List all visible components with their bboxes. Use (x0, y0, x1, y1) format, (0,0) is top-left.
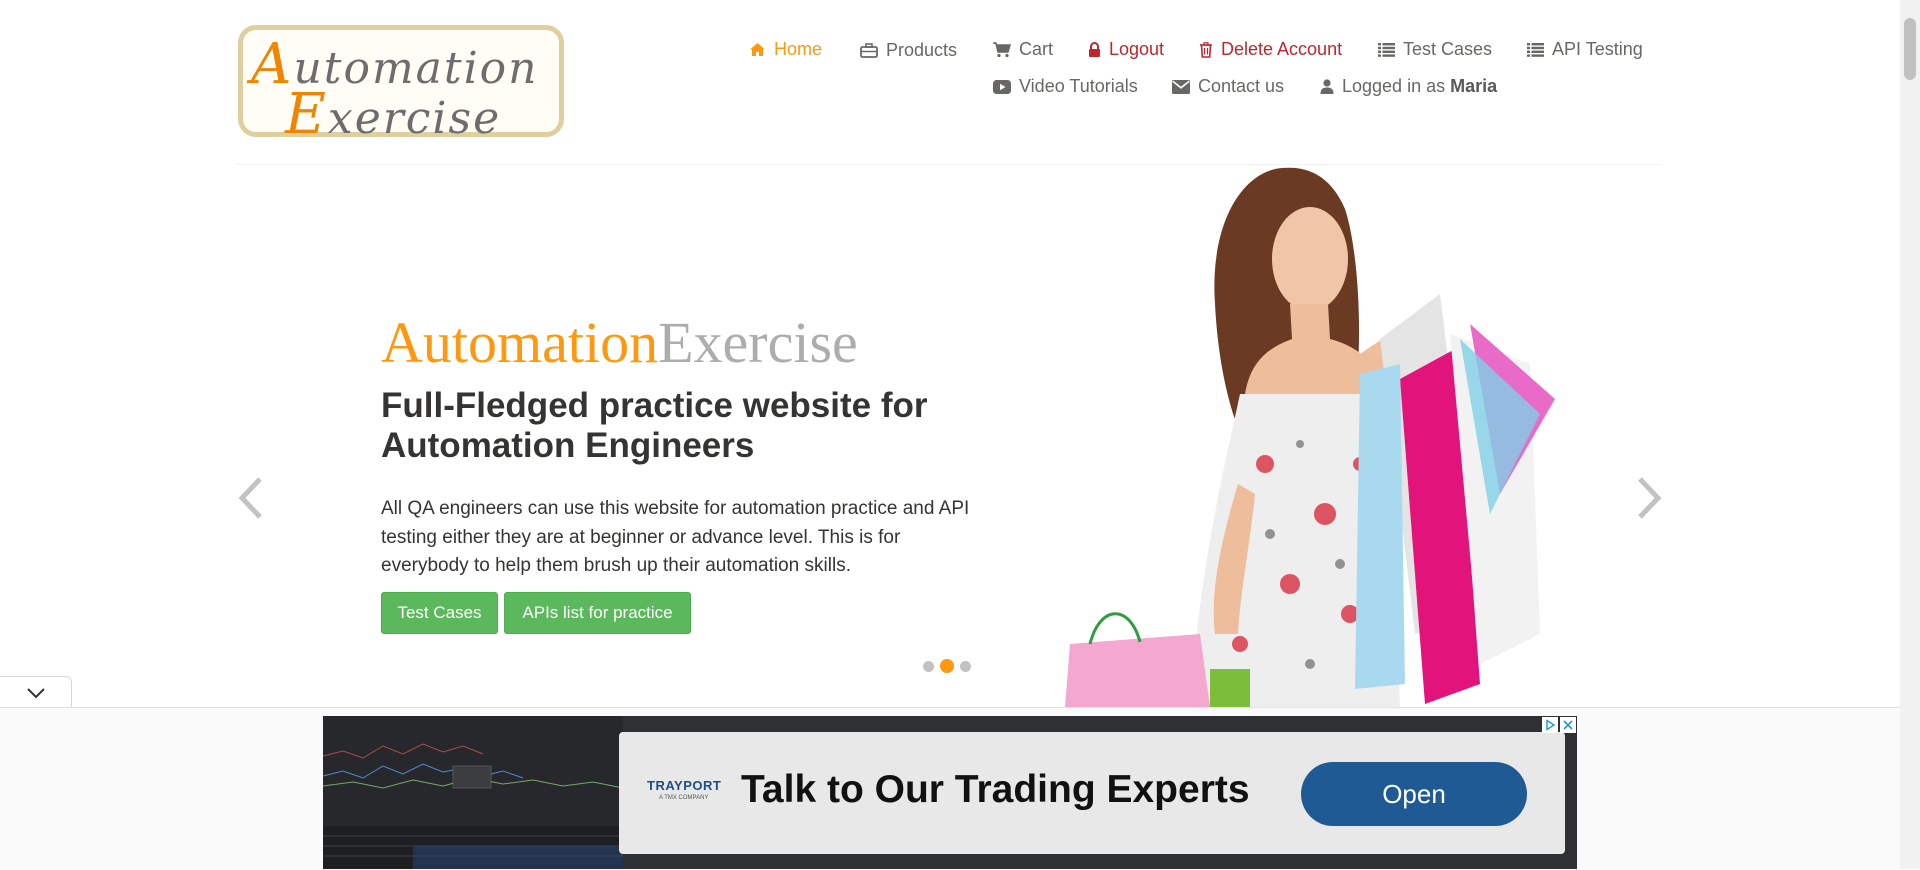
envelope-icon (1172, 79, 1190, 94)
nav-products[interactable]: Products (860, 40, 957, 61)
nav-test-cases[interactable]: Test Cases (1378, 39, 1492, 60)
nav-cart-label: Cart (1019, 39, 1054, 59)
nav-contact-us-label: Contact us (1198, 76, 1285, 96)
brand-automation: Automation (381, 310, 659, 375)
nav-video-tutorials[interactable]: Video Tutorials (993, 76, 1138, 97)
list-icon (1378, 42, 1395, 57)
briefcase-icon (860, 43, 878, 58)
ad-brand-logo: TRAYPORT (647, 778, 722, 793)
ad-choices (1542, 717, 1576, 733)
logged-in-username: Maria (1450, 76, 1498, 96)
ad-banner[interactable]: TRAYPORT A TMX COMPANY Talk to Our Tradi… (323, 716, 1577, 869)
logged-in-prefix: Logged in as (1342, 76, 1446, 96)
slider-headline: Full-Fledged practice website for Automa… (381, 386, 928, 465)
user-icon (1320, 79, 1334, 94)
slider-brand-title: AutomationExercise (381, 309, 858, 376)
home-icon (750, 43, 765, 56)
nav-home-label: Home (774, 39, 823, 59)
slider-next-arrow[interactable] (1634, 476, 1664, 520)
brand-exercise: Exercise (658, 310, 858, 375)
ad-open-button[interactable]: Open (1301, 762, 1527, 826)
lock-icon (1089, 41, 1100, 57)
ad-info-icon[interactable] (1542, 717, 1558, 733)
test-cases-button[interactable]: Test Cases (381, 592, 498, 634)
youtube-play-icon (993, 79, 1011, 94)
nav-home[interactable]: Home (749, 39, 822, 60)
chevron-down-icon (26, 687, 45, 698)
nav-delete-account[interactable]: Delete Account (1199, 39, 1342, 60)
chevron-right-icon (1638, 477, 1662, 519)
slider-description: All QA engineers can use this website fo… (381, 498, 970, 576)
apis-list-button[interactable]: APIs list for practice (504, 592, 691, 634)
ad-trading-screenshot (323, 716, 623, 869)
nav-test-cases-label: Test Cases (1403, 39, 1493, 59)
cart-icon (993, 41, 1011, 57)
nav-contact-us[interactable]: Contact us (1172, 76, 1284, 97)
slider-indicator-2-active[interactable] (940, 659, 954, 673)
page-scrollbar[interactable] (1900, 0, 1920, 869)
nav-api-testing-label: API Testing (1552, 39, 1643, 59)
trash-icon (1200, 41, 1212, 58)
nav-logout[interactable]: Logout (1088, 39, 1164, 60)
slider-prev-arrow[interactable] (236, 476, 266, 520)
ad-brand-subtitle: A TMX COMPANY (659, 795, 709, 801)
list-icon (1527, 42, 1544, 57)
nav-products-label: Products (886, 40, 958, 60)
slider-indicators (923, 659, 971, 673)
ad-collapse-toggle[interactable] (0, 676, 72, 708)
ad-card[interactable]: TRAYPORT A TMX COMPANY Talk to Our Tradi… (619, 732, 1565, 854)
site-logo[interactable]: Automation Exercise (238, 25, 564, 147)
ad-headline: Talk to Our Trading Experts (741, 768, 1250, 811)
nav-api-testing[interactable]: API Testing (1527, 39, 1643, 60)
logo-line-2: Exercise (285, 82, 502, 147)
slider-indicator-1[interactable] (923, 660, 934, 672)
nav-delete-account-label: Delete Account (1221, 39, 1343, 59)
nav-logged-in-as: Logged in as Maria (1320, 76, 1497, 97)
slider-indicator-3[interactable] (960, 660, 971, 672)
nav-video-tutorials-label: Video Tutorials (1019, 76, 1138, 96)
chevron-left-icon (238, 477, 262, 519)
nav-logout-label: Logout (1109, 39, 1165, 59)
hero-image-girl-with-shopping-bags (1060, 164, 1620, 707)
ad-close-icon[interactable] (1560, 717, 1576, 733)
scrollbar-thumb[interactable] (1904, 18, 1916, 80)
nav-cart[interactable]: Cart (993, 39, 1053, 60)
